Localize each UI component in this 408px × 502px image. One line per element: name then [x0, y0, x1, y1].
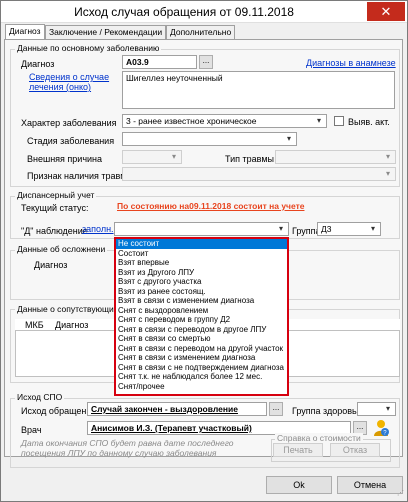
observation-dropdown-list[interactable]: Не состоит Состоит Взят впервые Взят из Дру…: [114, 237, 289, 396]
dropdown-option[interactable]: Снят/прочее: [116, 382, 287, 392]
refuse-button[interactable]: Отказ: [330, 443, 380, 457]
chevron-down-icon: ▾: [385, 169, 390, 178]
chevron-down-icon: ▾: [278, 224, 283, 233]
anamnesis-link[interactable]: Диагнозы в анамнезе: [306, 58, 396, 68]
injury-type-select[interactable]: ▾: [275, 150, 396, 164]
doctor-person-icon[interactable]: ?: [373, 419, 389, 437]
outcome-lookup-button[interactable]: ...: [269, 402, 283, 416]
dropdown-option[interactable]: Снят в связи с изменением диагноза: [116, 353, 287, 363]
dropdown-option[interactable]: Взят в связи с изменением диагноза: [116, 296, 287, 306]
outcome-field[interactable]: Случай закончен - выздоровление: [87, 402, 267, 416]
external-cause-label: Внешняя причина: [27, 154, 103, 164]
complications-group-title: Данные об осложнени: [15, 244, 108, 254]
chevron-down-icon: ▾: [316, 116, 321, 125]
resize-grip-icon[interactable]: ⋰: [397, 489, 404, 497]
dispensary-group-title: Диспансерный учет: [15, 190, 97, 200]
chevron-down-icon: ▾: [370, 224, 375, 233]
observation-select[interactable]: ▾: [114, 222, 289, 236]
dropdown-option[interactable]: Снят в связи с не подтверждением диагноз…: [116, 363, 287, 373]
nature-label: Характер заболевания: [21, 118, 117, 128]
title-bar: Исход случая обращения от 09.11.2018 ✕: [1, 1, 407, 23]
tab-additional[interactable]: Дополнительно: [166, 25, 236, 39]
diagnosis-code-field[interactable]: A03.9: [122, 55, 197, 69]
current-status-label: Текущий статус:: [21, 203, 89, 213]
cancel-button[interactable]: Отмена: [337, 476, 403, 494]
vyyav-label: Выяв. акт.: [348, 117, 390, 127]
current-status-value: По состоянию на09.11.2018 состоит на уче…: [117, 201, 305, 211]
stage-select[interactable]: ▾: [122, 132, 297, 146]
diagnosis-text-field[interactable]: Шигеллез неуточненный: [122, 71, 395, 109]
external-cause-select[interactable]: ▾: [122, 150, 182, 164]
tab-conclusion[interactable]: Заключение / Рекомендации: [45, 25, 167, 39]
complications-diagnosis-label: Диагноз: [34, 260, 68, 270]
dropdown-option[interactable]: Взят из ранее состоящ.: [116, 287, 287, 297]
doctor-label: Врач: [21, 425, 42, 435]
observation-label: "Д" наблюдение: [21, 226, 88, 236]
dropdown-option[interactable]: Снят т.к. не наблюдался более 12 мес.: [116, 372, 287, 382]
close-button[interactable]: ✕: [367, 2, 405, 21]
dropdown-option[interactable]: Взят из Другого ЛПУ: [116, 268, 287, 278]
dropdown-option[interactable]: Снят в связи с переводом в другое ЛПУ: [116, 325, 287, 335]
dialog-window: Исход случая обращения от 09.11.2018 ✕ Д…: [0, 0, 408, 502]
chevron-down-icon: ▾: [286, 134, 291, 143]
stage-label: Стадия заболевания: [27, 136, 115, 146]
diagnosis-label: Диагноз: [21, 59, 55, 69]
injury-sign-select[interactable]: ▾: [122, 167, 396, 181]
comorbid-group-title: Данные о сопутствующих: [15, 304, 120, 314]
case-info-link[interactable]: Сведения о случае лечения (онко): [29, 72, 113, 92]
group-value: Д3: [321, 224, 332, 234]
spo-group-title: Исход СПО: [15, 392, 65, 402]
cost-group-title: Справка о стоимости: [275, 433, 363, 443]
group-select[interactable]: Д3 ▾: [317, 222, 381, 236]
injury-type-label: Тип травмы: [225, 154, 274, 164]
dropdown-option[interactable]: Снят с переводом в группу Д2: [116, 315, 287, 325]
vyyav-checkbox[interactable]: [334, 116, 344, 126]
fill-link[interactable]: заполн.: [82, 224, 114, 234]
dropdown-option[interactable]: Взят впервые: [116, 258, 287, 268]
dropdown-option[interactable]: Не состоит: [116, 239, 287, 249]
dropdown-option[interactable]: Снят в связи с переводом на другой участ…: [116, 344, 287, 354]
nature-value: 3 - ранее известное хроническое: [126, 116, 257, 126]
dropdown-option[interactable]: Состоит: [116, 249, 287, 259]
spo-note: Дата окончания СПО будет равна дате посл…: [21, 438, 234, 458]
ok-button[interactable]: Ok: [266, 476, 332, 494]
chevron-down-icon: ▾: [385, 152, 390, 161]
nature-select[interactable]: 3 - ранее известное хроническое ▾: [122, 114, 327, 128]
col-mkb[interactable]: МКБ: [25, 320, 44, 330]
injury-sign-label: Признак наличия травмы: [27, 171, 133, 181]
dropdown-option[interactable]: Взят с другого участка: [116, 277, 287, 287]
chevron-down-icon: ▾: [171, 152, 176, 161]
window-title: Исход случая обращения от 09.11.2018: [74, 5, 294, 19]
col-diagnosis[interactable]: Диагноз: [55, 320, 88, 330]
tab-diagnosis[interactable]: Диагноз: [5, 24, 45, 40]
main-disease-group-title: Данные по основному заболеванию: [15, 43, 162, 53]
dropdown-option[interactable]: Снят с выздоровлением: [116, 306, 287, 316]
chevron-down-icon: ▾: [385, 404, 390, 413]
health-group-label: Группа здоровья: [292, 406, 362, 416]
health-group-select[interactable]: ▾: [357, 402, 396, 416]
outcome-label: Исход обращения: [21, 406, 97, 416]
dropdown-option[interactable]: Снят в связи со смертью: [116, 334, 287, 344]
print-button[interactable]: Печать: [273, 443, 323, 457]
diagnosis-lookup-button[interactable]: ...: [199, 55, 213, 69]
